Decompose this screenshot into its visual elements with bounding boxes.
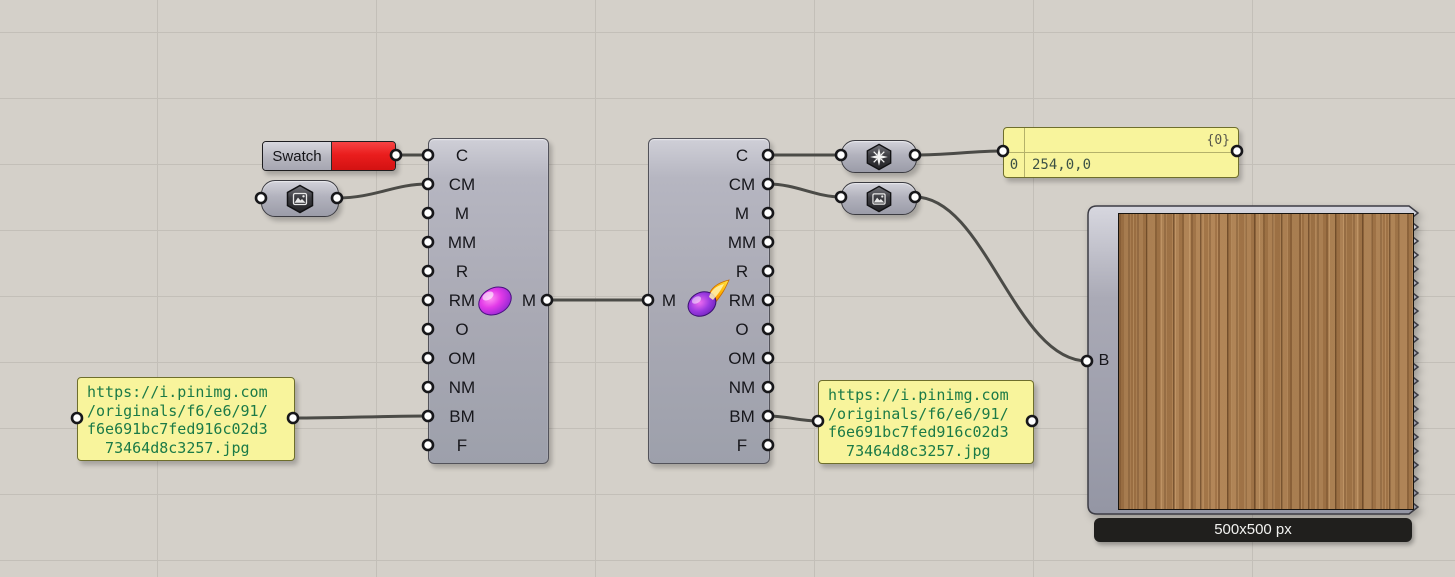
output-label: M bbox=[719, 200, 765, 228]
wire-colour-param-to-panel[interactable] bbox=[915, 151, 1003, 155]
input-label: M bbox=[657, 287, 681, 315]
input-label: CM bbox=[439, 171, 485, 199]
output-label: C bbox=[719, 142, 765, 170]
wire-image-param-to-preview[interactable] bbox=[915, 197, 1087, 361]
output-label: M bbox=[517, 287, 541, 315]
row-value: 254,0,0 bbox=[1024, 154, 1091, 176]
colour-value-panel[interactable]: {0} 0 254,0,0 bbox=[1003, 127, 1239, 178]
input-label: MM bbox=[439, 229, 485, 257]
wire-url-to-bm-input[interactable] bbox=[293, 416, 428, 418]
material-egg-flame-icon bbox=[682, 277, 732, 323]
deconstruct-material-component[interactable]: C CM M MM R RM O OM NM BM F M bbox=[648, 138, 770, 464]
input-label: B bbox=[1095, 347, 1113, 375]
input-label: M bbox=[439, 200, 485, 228]
input-label: NM bbox=[439, 374, 485, 402]
panel-path-header: {0} bbox=[1004, 128, 1238, 153]
output-label: MM bbox=[719, 229, 765, 257]
output-label: F bbox=[719, 432, 765, 460]
input-label: C bbox=[439, 142, 485, 170]
image-icon bbox=[285, 184, 315, 214]
swatch-colour-well[interactable] bbox=[331, 142, 395, 170]
output-label: OM bbox=[719, 345, 765, 373]
input-label: OM bbox=[439, 345, 485, 373]
panel-row: 0 254,0,0 bbox=[1004, 154, 1238, 176]
output-label: BM bbox=[719, 403, 765, 431]
bitmap-preview-component[interactable]: B 500x500 px bbox=[1087, 205, 1432, 545]
material-egg-icon bbox=[473, 279, 517, 323]
swatch-label: Swatch bbox=[263, 142, 331, 170]
url-panel-right[interactable]: https://i.pinimg.com /originals/f6/e6/91… bbox=[818, 380, 1034, 464]
wood-texture-image bbox=[1118, 213, 1414, 510]
output-label: CM bbox=[719, 171, 765, 199]
colour-burst-icon bbox=[865, 143, 893, 171]
input-label: BM bbox=[439, 403, 485, 431]
wire-image-to-cm-input[interactable] bbox=[337, 184, 428, 198]
image-size-caption: 500x500 px bbox=[1094, 518, 1412, 542]
colour-param-component[interactable] bbox=[841, 140, 917, 173]
image-param-component[interactable] bbox=[261, 180, 339, 217]
wire-cm-to-image-param[interactable] bbox=[768, 184, 841, 197]
url-text: https://i.pinimg.com /originals/f6/e6/91… bbox=[828, 386, 1009, 460]
create-material-component[interactable]: C CM M MM R RM O OM NM BM F M bbox=[428, 138, 549, 464]
image-icon bbox=[865, 185, 893, 213]
url-text: https://i.pinimg.com /originals/f6/e6/91… bbox=[87, 383, 268, 457]
url-panel-left[interactable]: https://i.pinimg.com /originals/f6/e6/91… bbox=[77, 377, 295, 461]
output-label: NM bbox=[719, 374, 765, 402]
grasshopper-canvas[interactable]: Swatch C CM M MM R RM O OM NM BM F M bbox=[0, 0, 1455, 577]
colour-swatch-component[interactable]: Swatch bbox=[262, 141, 396, 171]
wire-bm-to-url-panel[interactable] bbox=[768, 416, 818, 421]
input-label: F bbox=[439, 432, 485, 460]
image-param-component[interactable] bbox=[841, 182, 917, 215]
row-index: 0 bbox=[1004, 154, 1024, 176]
